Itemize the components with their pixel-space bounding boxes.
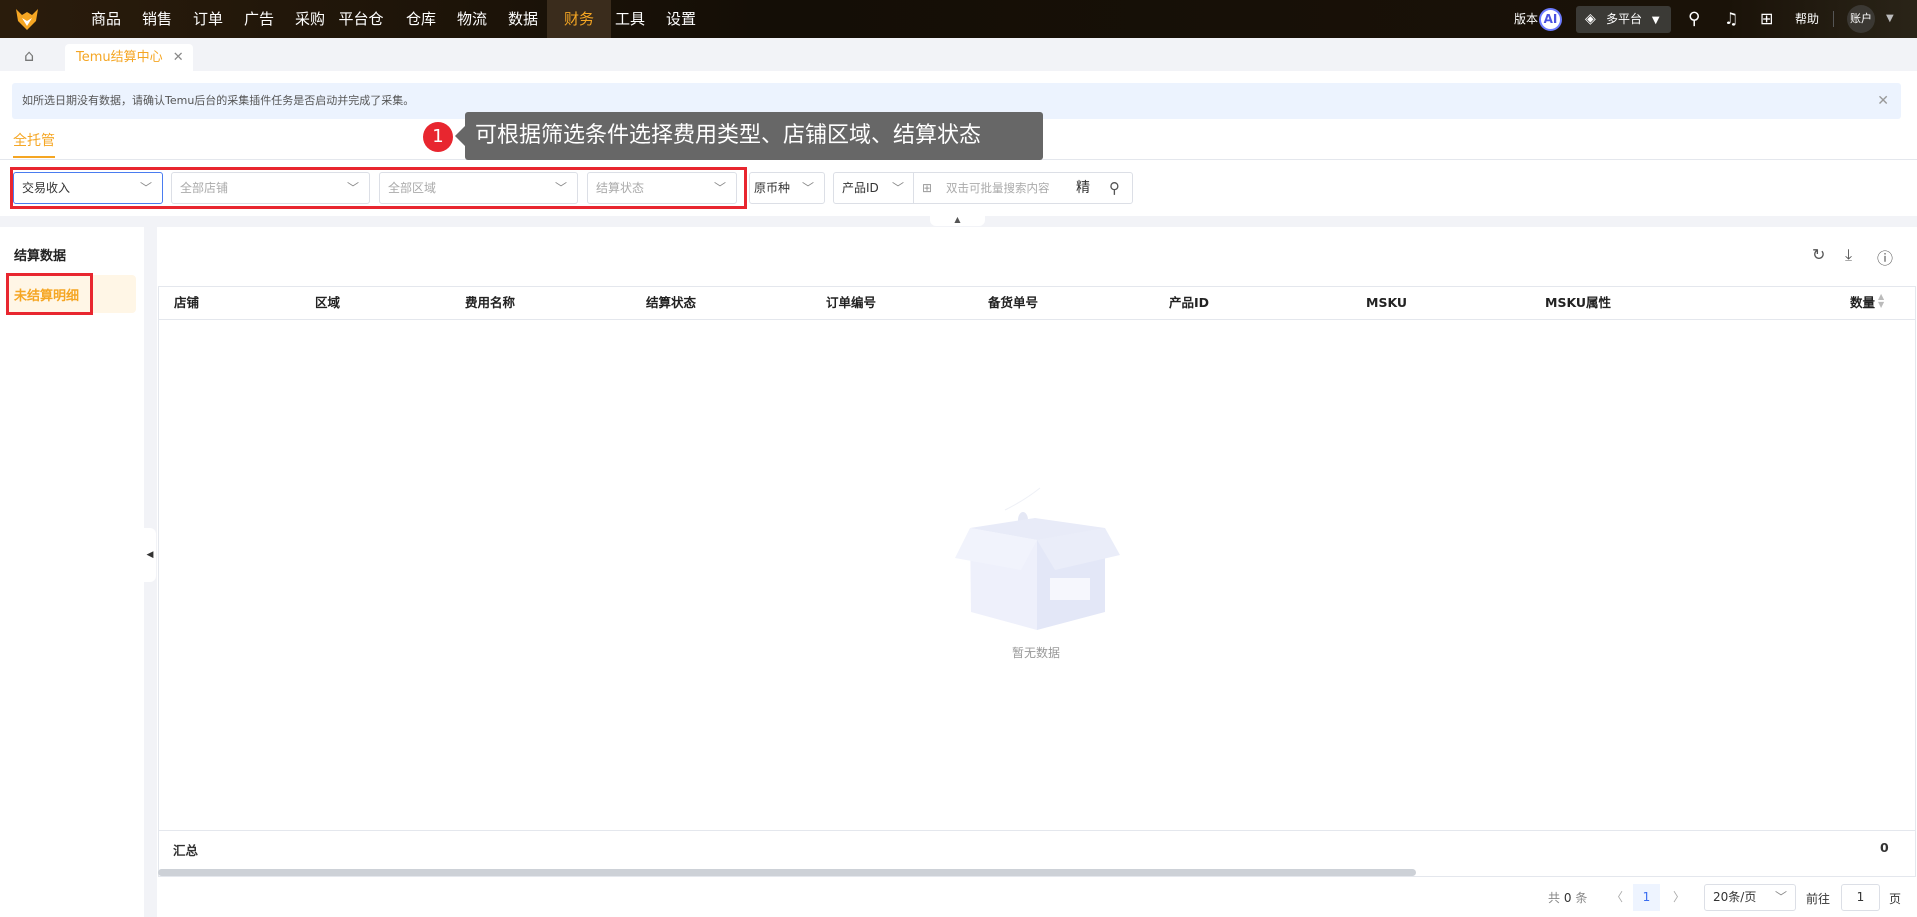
chevron-down-icon[interactable]: ﹀	[892, 173, 904, 203]
help-circle-icon[interactable]: ⓘ	[1877, 245, 1893, 269]
column-header: MSKU属性	[1545, 295, 1612, 310]
shop-select[interactable]: 全部店铺 ﹀	[171, 172, 370, 204]
chevron-down-icon: ﹀	[346, 181, 359, 195]
column-header: 备货单号	[988, 295, 1039, 310]
column-header: 费用名称	[465, 295, 516, 310]
divider	[158, 319, 1916, 320]
tab-full-managed[interactable]: 全托管	[13, 130, 55, 150]
summary-quantity: 0	[1880, 840, 1889, 855]
column-header: 产品ID	[1169, 295, 1210, 310]
search-icon[interactable]: ⚲	[1688, 0, 1700, 38]
precise-toggle[interactable]: 精	[1076, 173, 1090, 203]
search-group: 产品ID ﹀ ⊞ 双击可批量搜索内容 精 ⚲	[833, 172, 1133, 204]
divider	[158, 830, 1916, 831]
chevron-down-icon: ﹀	[139, 181, 152, 195]
search-icon[interactable]: ⚲	[1109, 173, 1120, 203]
search-field-select[interactable]: 产品ID	[842, 181, 879, 195]
nav-item[interactable]: 设置	[649, 0, 713, 38]
select-value: 交易收入	[22, 181, 71, 195]
page-1-button[interactable]: 1	[1633, 884, 1660, 911]
select-placeholder: 全部区域	[388, 181, 437, 195]
select-value: 原币种	[754, 181, 791, 195]
apps-grid-icon[interactable]: ⊞	[1760, 0, 1773, 38]
fee-type-select[interactable]: 交易收入 ﹀	[13, 172, 163, 204]
page-suffix: 页	[1889, 892, 1902, 906]
column-header: 订单编号	[826, 295, 877, 310]
select-placeholder: 结算状态	[596, 181, 645, 195]
column-header: 店铺	[174, 295, 200, 310]
ai-button[interactable]: AI	[1539, 8, 1562, 31]
sidebar-collapse-handle[interactable]: ◀	[144, 528, 156, 582]
next-page-icon[interactable]: 〉	[1673, 888, 1685, 905]
highlight-box	[6, 273, 93, 315]
platform-label: 多平台	[1606, 12, 1643, 26]
sidebar: 结算数据 未结算明细	[0, 227, 144, 917]
region-select[interactable]: 全部区域 ﹀	[379, 172, 578, 204]
nav-item[interactable]: 平台仓	[325, 0, 397, 38]
summary-label: 汇总	[173, 843, 199, 858]
column-header[interactable]: 数量	[1850, 286, 1875, 319]
currency-select[interactable]: 原币种 ﹀	[749, 172, 825, 204]
chevron-down-icon: ﹀	[554, 181, 567, 195]
guide-tooltip: 可根据筛选条件选择费用类型、店铺区域、结算状态	[455, 112, 1043, 160]
tab-bar	[0, 38, 1917, 71]
empty-text: 暂无数据	[1012, 646, 1061, 660]
caret-down-icon: ▼	[1651, 15, 1660, 26]
page-size-select[interactable]: 20条/页 ﹀	[1704, 884, 1796, 911]
chevron-down-icon: ﹀	[713, 181, 726, 195]
download-icon[interactable]: ⤓	[1845, 245, 1852, 265]
chevron-down-icon: ﹀	[801, 181, 814, 195]
tab-temu-settlement[interactable]: Temu结算中心 ✕	[65, 44, 193, 71]
platform-switch[interactable]: ◈ 多平台 ▼	[1576, 6, 1671, 33]
sidebar-item-settlement-data[interactable]: 结算数据	[14, 245, 66, 264]
account-avatar[interactable]: 账户	[1847, 5, 1875, 33]
version-link[interactable]: 版本	[1514, 0, 1538, 38]
close-icon[interactable]: ✕	[173, 50, 184, 65]
select-placeholder: 全部店铺	[180, 181, 229, 195]
home-icon[interactable]: ⌂	[24, 46, 34, 65]
search-input[interactable]: 双击可批量搜索内容	[946, 173, 1050, 203]
chevron-down-icon: ﹀	[1774, 890, 1787, 904]
column-header: MSKU	[1366, 295, 1408, 310]
goto-label: 前往	[1806, 892, 1831, 906]
notice-text: 如所选日期没有数据，请确认Temu后台的采集插件任务是否启动并完成了采集。	[22, 94, 415, 107]
batch-grid-icon[interactable]: ⊞	[922, 173, 932, 203]
horizontal-scrollbar[interactable]	[158, 869, 1416, 876]
goto-page-input[interactable]: 1	[1841, 884, 1880, 911]
empty-box-illustration	[955, 487, 1120, 630]
column-header: 区域	[315, 295, 341, 310]
help-link[interactable]: 帮助	[1795, 0, 1819, 38]
tab-label: Temu结算中心	[76, 50, 163, 65]
headset-icon[interactable]: ♫	[1724, 0, 1738, 38]
prev-page-icon[interactable]: 〈	[1611, 888, 1623, 905]
total-count: 共 0 条	[1548, 891, 1588, 905]
caret-down-icon[interactable]: ▼	[1886, 0, 1894, 38]
active-tab-underline	[13, 156, 55, 158]
logo-icon	[16, 9, 38, 30]
status-select[interactable]: 结算状态 ﹀	[587, 172, 737, 204]
step-badge: 1	[423, 122, 453, 152]
nav-item[interactable]: 数据	[491, 0, 555, 38]
column-header: 结算状态	[646, 295, 697, 310]
divider	[1833, 11, 1834, 27]
sort-icon[interactable]: ▲ ▼	[1878, 293, 1884, 309]
close-icon[interactable]: ✕	[1877, 83, 1889, 119]
collapse-filter-toggle[interactable]: ▲	[930, 216, 985, 226]
refresh-icon[interactable]: ↻	[1812, 245, 1825, 264]
layers-icon: ◈	[1585, 11, 1596, 27]
